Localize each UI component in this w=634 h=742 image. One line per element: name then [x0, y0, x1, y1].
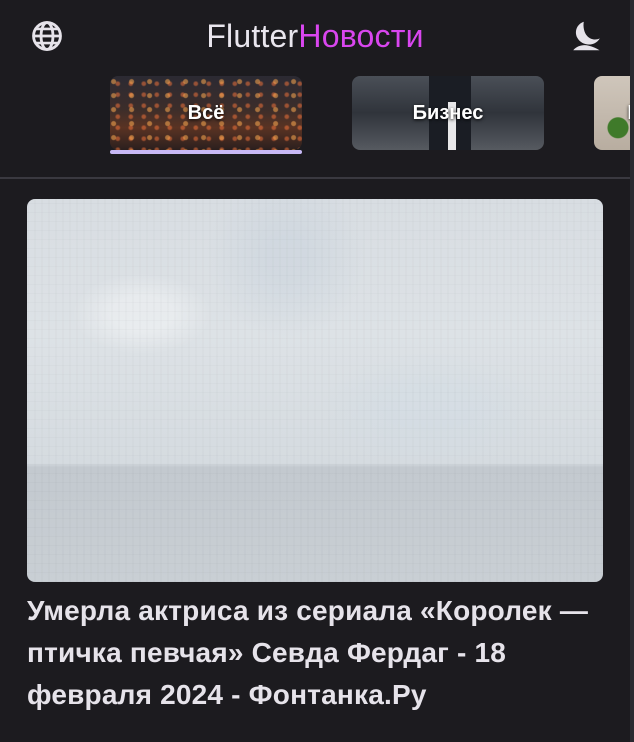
selected-category-indicator [110, 150, 302, 154]
category-strip: Всё Бизнес Р [0, 76, 630, 156]
category-all[interactable]: Всё [110, 76, 302, 150]
divider [0, 177, 630, 179]
app-title-news: Новости [298, 18, 424, 54]
app-screen: FlutterНовости Всё Бизнес Р Умерла актри… [0, 0, 634, 742]
category-business[interactable]: Бизнес [352, 76, 544, 150]
category-third[interactable]: Р [594, 76, 630, 150]
article-title: Умерла актриса из сериала «Королек — пти… [27, 595, 589, 710]
category-label: Р [627, 102, 630, 125]
plant-photo [594, 76, 630, 150]
app-bar: FlutterНовости [0, 0, 630, 72]
app-title-flutter: Flutter [206, 18, 299, 54]
app-title: FlutterНовости [0, 14, 630, 58]
moon-icon [573, 21, 600, 51]
category-label: Всё [187, 101, 225, 124]
article-card[interactable]: Умерла актриса из сериала «Королек — пти… [27, 199, 603, 716]
white-wall-photo [27, 199, 603, 582]
category-label: Бизнес [412, 101, 484, 124]
theme-toggle-button[interactable] [564, 14, 608, 58]
